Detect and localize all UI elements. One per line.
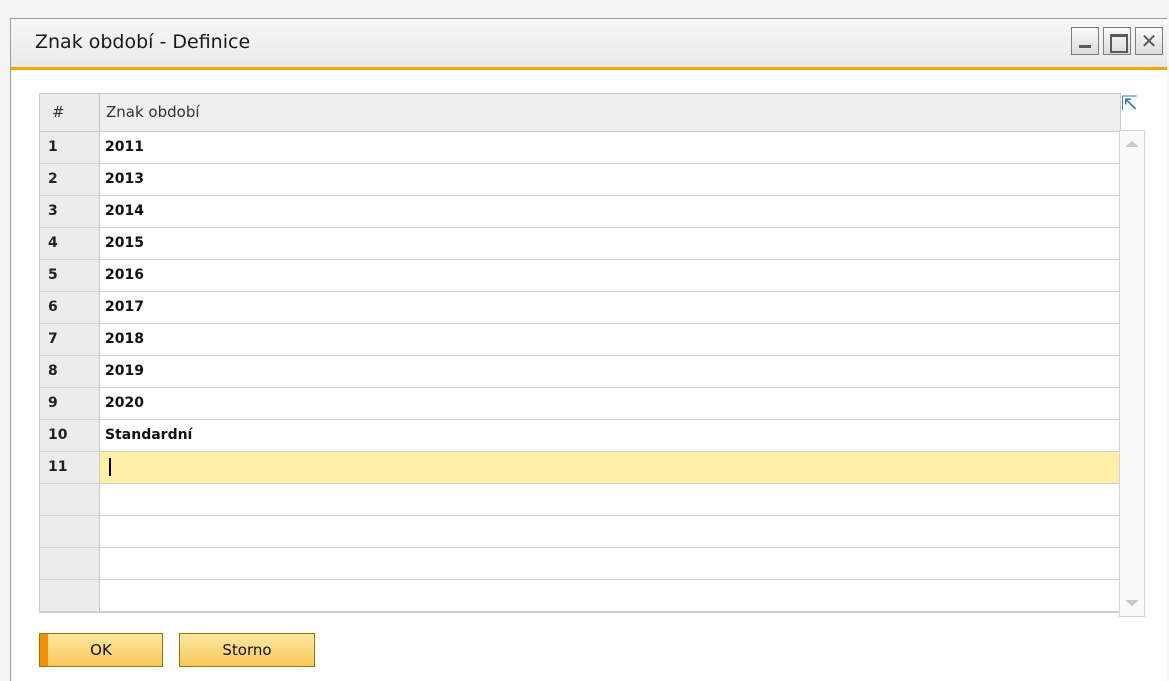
period-indicator-cell[interactable] xyxy=(100,516,1120,547)
vertical-scrollbar[interactable] xyxy=(1119,130,1145,617)
table-row[interactable]: 3 2014 xyxy=(40,196,1120,228)
period-indicator-cell[interactable]: 2016 xyxy=(100,260,1120,291)
table-row[interactable]: 9 2020 xyxy=(40,388,1120,420)
minimize-icon[interactable] xyxy=(1071,27,1099,55)
period-indicator-cell[interactable]: 2020 xyxy=(100,388,1120,419)
row-number-cell[interactable]: 6 xyxy=(40,292,100,323)
maximize-icon[interactable] xyxy=(1103,27,1131,55)
window-title: Znak období - Definice xyxy=(35,31,251,53)
column-header-period-indicator[interactable]: Znak období xyxy=(100,94,1120,131)
period-indicator-grid: # Znak období 1 2011 2 2013 3 2014 4 2015 5 2016 6… xyxy=(39,93,1121,613)
period-indicator-cell[interactable] xyxy=(100,452,1120,483)
row-number-cell[interactable] xyxy=(40,580,100,611)
period-indicator-cell[interactable] xyxy=(100,484,1120,515)
row-number-cell[interactable] xyxy=(40,516,100,547)
title-bar[interactable]: Znak období - Definice ✕ xyxy=(11,19,1167,70)
period-indicator-cell[interactable]: 2015 xyxy=(100,228,1120,259)
row-number-cell[interactable]: 4 xyxy=(40,228,100,259)
row-number-cell[interactable]: 5 xyxy=(40,260,100,291)
table-row[interactable]: 8 2019 xyxy=(40,356,1120,388)
close-icon[interactable]: ✕ xyxy=(1135,27,1163,55)
table-row[interactable]: 6 2017 xyxy=(40,292,1120,324)
table-row[interactable]: 5 2016 xyxy=(40,260,1120,292)
table-row[interactable]: 2 2013 xyxy=(40,164,1120,196)
row-number-cell[interactable]: 7 xyxy=(40,324,100,355)
column-header-number[interactable]: # xyxy=(40,94,100,131)
grid-body: 1 2011 2 2013 3 2014 4 2015 5 2016 6 2017 7 2018 8 2019… xyxy=(40,132,1120,612)
period-indicator-cell[interactable]: 2013 xyxy=(100,164,1120,195)
period-indicator-cell[interactable]: 2011 xyxy=(100,132,1120,163)
ok-button[interactable]: OK xyxy=(39,633,163,667)
window-controls: ✕ xyxy=(1067,27,1163,55)
text-cursor xyxy=(109,458,111,476)
row-number-cell[interactable]: 11 xyxy=(40,452,100,483)
period-indicator-cell[interactable]: 2017 xyxy=(100,292,1120,323)
scroll-down-icon[interactable] xyxy=(1125,600,1139,606)
period-indicator-cell[interactable] xyxy=(100,580,1120,611)
expand-icon[interactable]: ⇱ xyxy=(1121,93,1141,113)
row-number-cell[interactable] xyxy=(40,484,100,515)
period-indicator-cell[interactable]: 2014 xyxy=(100,196,1120,227)
ok-button-accent xyxy=(40,634,48,666)
row-number-cell[interactable]: 1 xyxy=(40,132,100,163)
scroll-up-icon[interactable] xyxy=(1125,141,1139,147)
period-indicator-cell[interactable]: 2018 xyxy=(100,324,1120,355)
table-row[interactable]: 4 2015 xyxy=(40,228,1120,260)
grid-header: # Znak období xyxy=(40,94,1120,132)
row-number-cell[interactable]: 2 xyxy=(40,164,100,195)
ok-button-label: OK xyxy=(90,641,112,659)
cancel-button[interactable]: Storno xyxy=(179,633,315,667)
period-indicator-cell[interactable] xyxy=(100,548,1120,579)
table-row[interactable] xyxy=(40,580,1120,612)
period-indicator-cell[interactable]: 2019 xyxy=(100,356,1120,387)
row-number-cell[interactable]: 9 xyxy=(40,388,100,419)
period-indicator-cell[interactable]: Standardní xyxy=(100,420,1120,451)
table-row[interactable]: 7 2018 xyxy=(40,324,1120,356)
table-row[interactable] xyxy=(40,484,1120,516)
table-row[interactable]: 1 2011 xyxy=(40,132,1120,164)
table-row[interactable] xyxy=(40,516,1120,548)
table-row[interactable]: 10 Standardní xyxy=(40,420,1120,452)
row-number-cell[interactable]: 3 xyxy=(40,196,100,227)
period-indicator-definition-window: Znak období - Definice ✕ ⇱ # Znak období… xyxy=(10,18,1167,681)
row-number-cell[interactable]: 10 xyxy=(40,420,100,451)
table-row[interactable] xyxy=(40,548,1120,580)
table-row[interactable]: 11 xyxy=(40,452,1120,484)
row-number-cell[interactable] xyxy=(40,548,100,579)
row-number-cell[interactable]: 8 xyxy=(40,356,100,387)
